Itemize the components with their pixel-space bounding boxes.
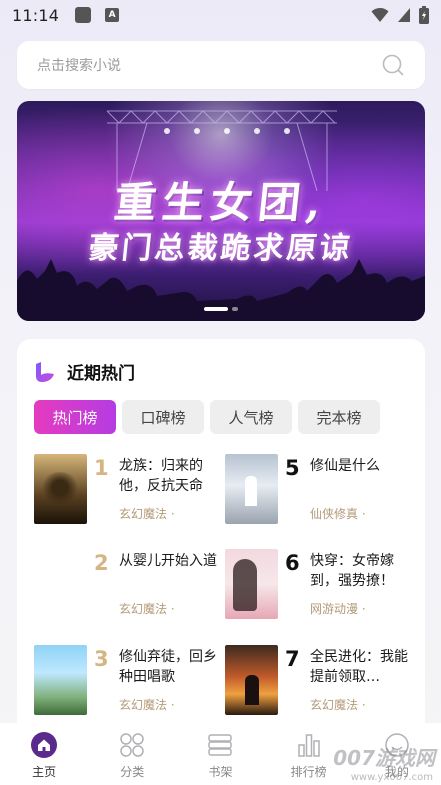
rank-number: 2 xyxy=(94,551,109,575)
search-bar[interactable]: 点击搜索小说 xyxy=(17,41,425,89)
book-item[interactable]: 5 修仙是什么 仙侠修真 · xyxy=(225,454,415,534)
book-item[interactable]: 3 修仙弃徒，回乡种田唱歌 玄幻魔法 · xyxy=(34,645,224,725)
watermark: 007游戏网 xyxy=(333,746,435,770)
book-title: 修仙弃徒，回乡种田唱歌 xyxy=(119,649,217,685)
nav-label: 书架 xyxy=(208,765,233,779)
book-item[interactable]: 2 从婴儿开始入道 玄幻魔法 · xyxy=(34,549,224,629)
nav-label: 主页 xyxy=(32,765,57,779)
nav-home[interactable]: 主页 xyxy=(0,723,88,785)
nav-bookshelf[interactable]: 书架 xyxy=(176,723,264,785)
carousel-dot-active[interactable] xyxy=(204,307,228,311)
home-icon xyxy=(31,732,58,758)
book-cover[interactable] xyxy=(225,645,278,715)
book-title: 从婴儿开始入道 xyxy=(119,553,217,569)
keyboard-notification-icon: A xyxy=(105,8,120,22)
section-header: 近期热门 xyxy=(33,359,135,384)
book-item[interactable]: 1 龙族：归来的他，反抗天命 玄幻魔法 · xyxy=(34,454,224,534)
section-logo-icon xyxy=(36,361,54,382)
book-title: 龙族：归来的他，反抗天命 xyxy=(119,458,203,494)
app-notification-icon xyxy=(75,7,92,23)
nav-label: 排行榜 xyxy=(290,765,327,779)
book-genre: 仙侠修真 · xyxy=(310,507,366,521)
tab-completed[interactable]: 完本榜 xyxy=(298,400,380,434)
tab-hot[interactable]: 热门榜 xyxy=(34,400,116,434)
book-genre: 玄幻魔法 · xyxy=(119,698,175,712)
book-cover[interactable] xyxy=(34,549,87,619)
book-cover[interactable] xyxy=(225,454,278,524)
search-icon[interactable] xyxy=(381,53,405,77)
rank-number: 3 xyxy=(94,647,109,671)
book-title: 全民进化：我能提前领取… xyxy=(310,649,408,685)
bookshelf-icon xyxy=(208,734,233,756)
status-time: 11:14 xyxy=(12,5,60,25)
rank-number: 5 xyxy=(285,456,300,480)
search-placeholder: 点击搜索小说 xyxy=(37,58,121,74)
nav-label: 分类 xyxy=(120,765,145,779)
carousel-indicator xyxy=(204,307,238,311)
banner-carousel[interactable]: 重生女团, 豪门总裁跪求原谅 xyxy=(17,101,425,321)
ranking-tabs: 热门榜 口碑榜 人气榜 完本榜 xyxy=(34,400,380,434)
tab-popularity[interactable]: 人气榜 xyxy=(210,400,292,434)
section-title: 近期热门 xyxy=(67,364,135,384)
book-genre: 玄幻魔法 · xyxy=(310,698,366,712)
category-icon xyxy=(120,733,145,757)
watermark-url: www.yx007.com xyxy=(350,772,433,783)
tab-reputation[interactable]: 口碑榜 xyxy=(122,400,204,434)
ranking-icon xyxy=(297,734,320,757)
book-genre: 网游动漫 · xyxy=(310,602,366,616)
status-bar: 11:14 A xyxy=(0,0,441,30)
book-cover[interactable] xyxy=(34,454,87,524)
nav-category[interactable]: 分类 xyxy=(88,723,176,785)
book-cover[interactable] xyxy=(34,645,87,715)
rank-number: 1 xyxy=(94,456,109,480)
banner-title-line1: 重生女团, xyxy=(111,178,330,227)
rank-number: 7 xyxy=(285,647,300,671)
battery-icon xyxy=(419,6,429,24)
hot-section: 近期热门 热门榜 口碑榜 人气榜 完本榜 1 龙族：归来的他，反抗天命 玄幻魔法… xyxy=(17,339,425,739)
book-title: 修仙是什么 xyxy=(310,458,380,474)
book-cover[interactable] xyxy=(225,549,278,619)
wifi-icon xyxy=(371,7,389,22)
book-item[interactable]: 7 全民进化：我能提前领取… 玄幻魔法 · xyxy=(225,645,415,725)
book-genre: 玄幻魔法 · xyxy=(119,507,175,521)
book-genre: 玄幻魔法 · xyxy=(119,602,175,616)
signal-icon xyxy=(398,8,410,22)
rank-number: 6 xyxy=(285,551,300,575)
carousel-dot[interactable] xyxy=(232,307,238,311)
book-title: 快穿：女帝嫁到，强势撩！ xyxy=(310,553,394,589)
book-item[interactable]: 6 快穿：女帝嫁到，强势撩！ 网游动漫 · xyxy=(225,549,415,629)
